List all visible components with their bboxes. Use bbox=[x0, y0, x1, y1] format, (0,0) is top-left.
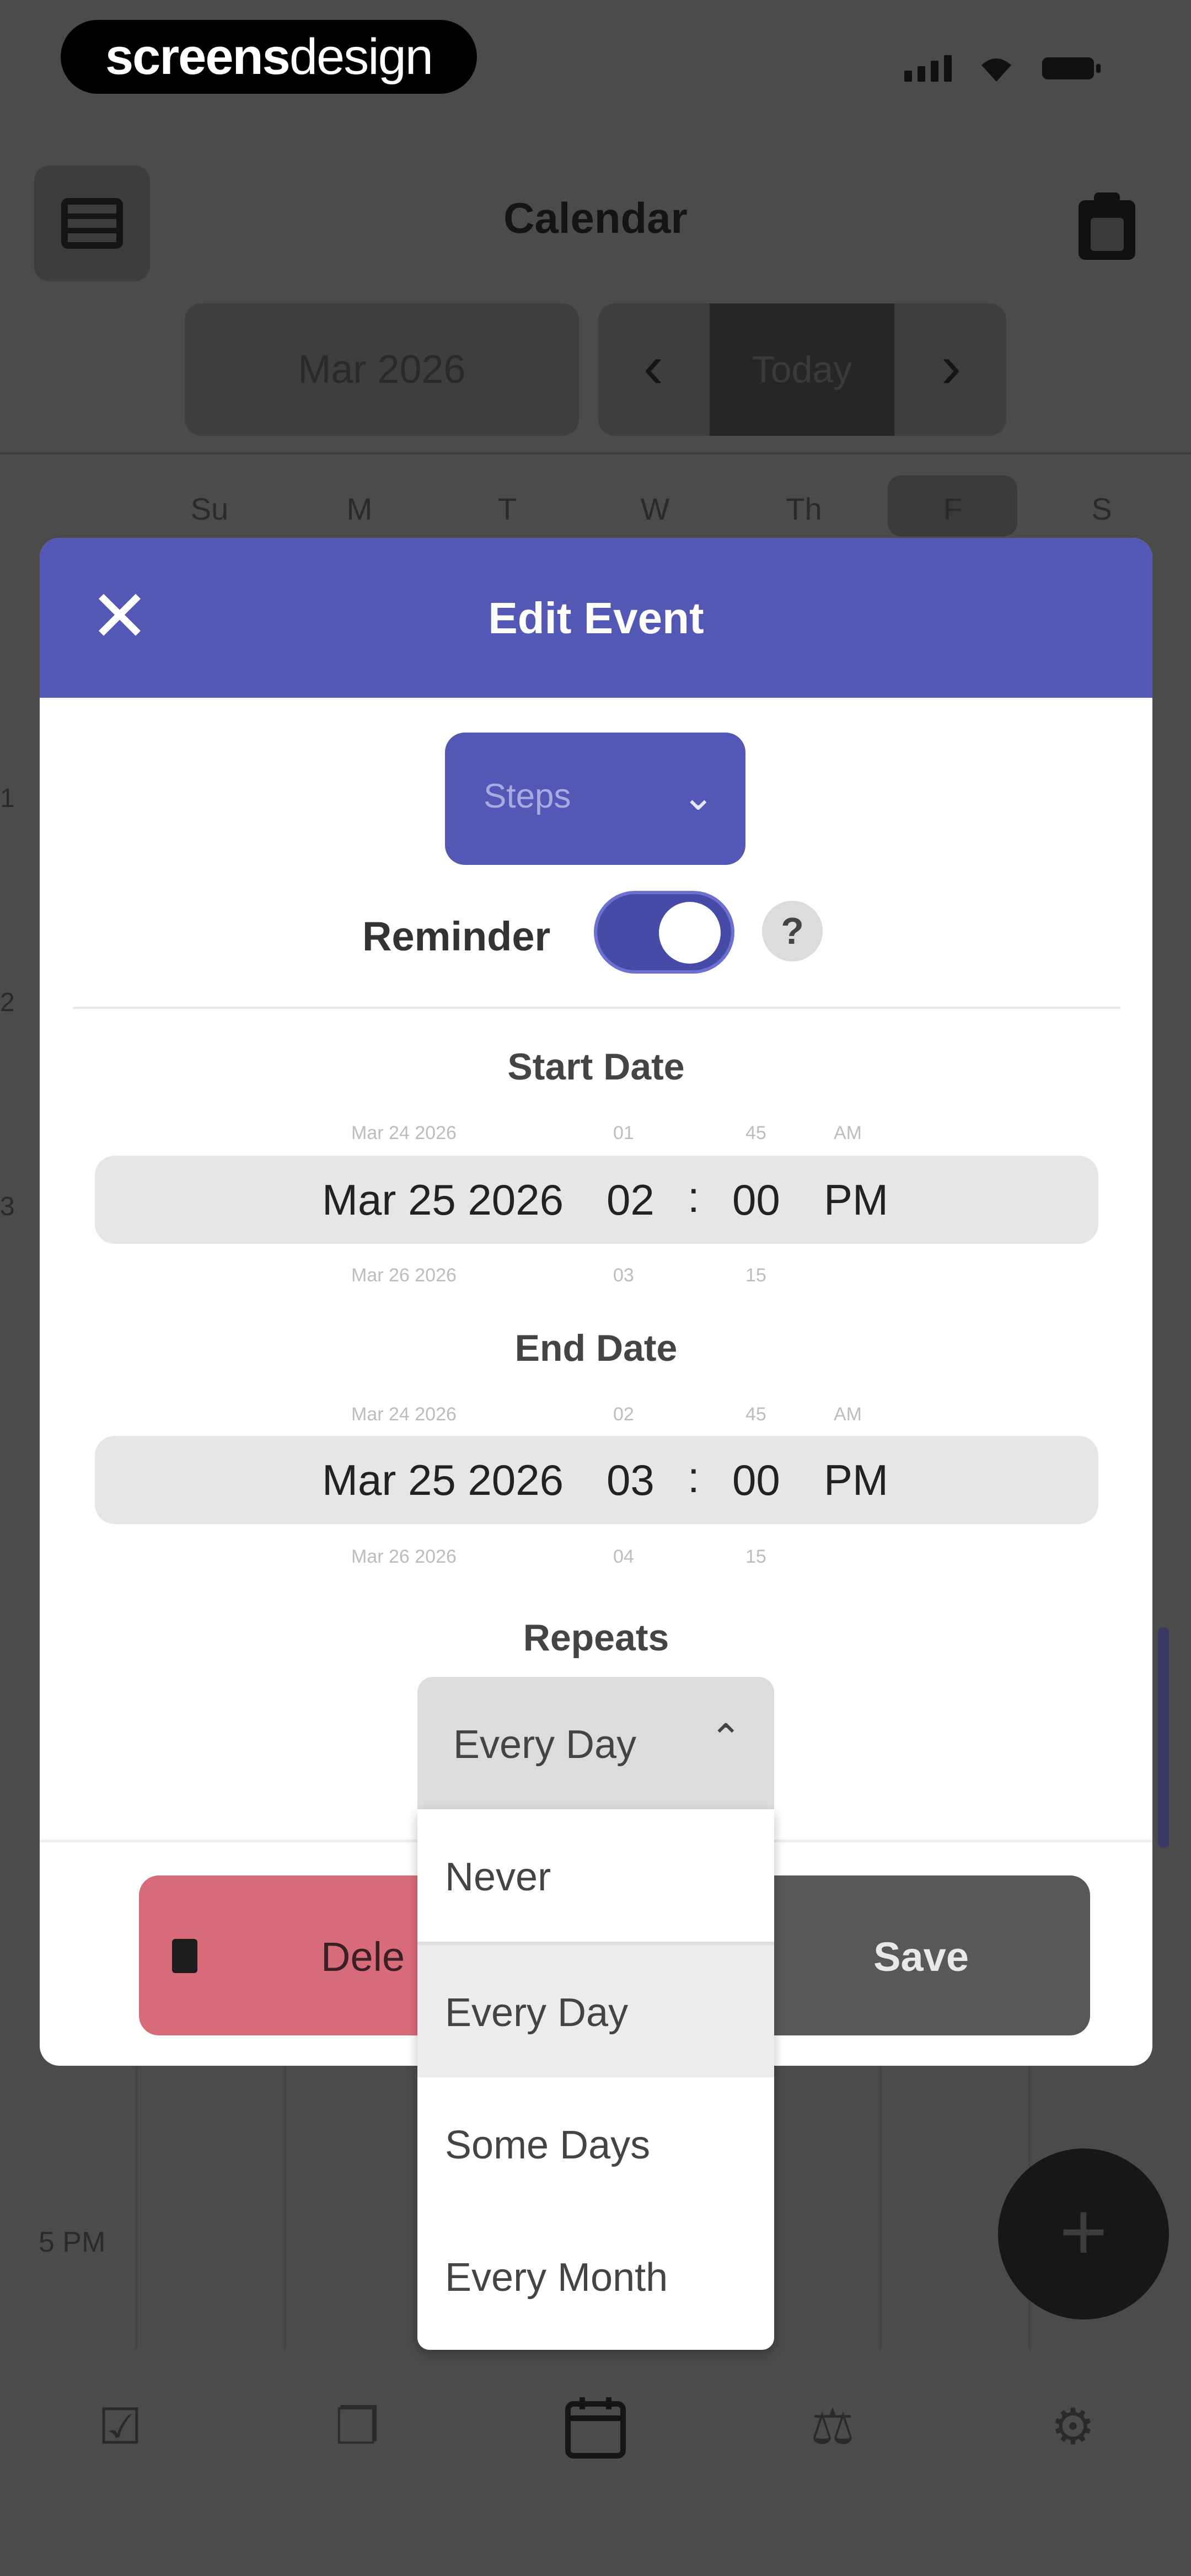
add-event-button[interactable]: + bbox=[998, 2149, 1169, 2320]
repeats-label: Repeats bbox=[523, 1617, 669, 1659]
hour-label: 3 bbox=[0, 1192, 15, 1221]
start-prev-ampm: AM bbox=[834, 1123, 862, 1143]
repeat-option-some-days[interactable]: Some Days bbox=[417, 2077, 774, 2210]
start-minute-value[interactable]: 00 bbox=[732, 1175, 780, 1225]
repeat-option-never[interactable]: Never bbox=[417, 1809, 774, 1945]
start-next-hour: 03 bbox=[613, 1265, 634, 1286]
start-ampm-value[interactable]: PM bbox=[824, 1175, 888, 1225]
help-button[interactable]: ? bbox=[762, 901, 823, 961]
event-block[interactable] bbox=[1158, 1627, 1169, 1848]
weekday-label: M bbox=[346, 491, 373, 526]
end-next-hour: 04 bbox=[613, 1546, 634, 1567]
grid-line bbox=[879, 2063, 882, 2350]
start-next-minute: 15 bbox=[745, 1265, 766, 1286]
wifi-icon bbox=[981, 58, 1011, 82]
start-prev-minute: 45 bbox=[745, 1123, 766, 1143]
chevron-right-icon: › bbox=[941, 333, 962, 400]
start-date-label: Start Date bbox=[507, 1046, 685, 1088]
tab-library-icon[interactable]: ❐ bbox=[319, 2388, 396, 2466]
end-prev-hour: 02 bbox=[613, 1404, 634, 1425]
trash-icon bbox=[172, 1939, 197, 1973]
time-label: 5 PM bbox=[39, 2226, 106, 2258]
weekday-label: F bbox=[943, 491, 963, 526]
chevron-down-icon: ⌄ bbox=[682, 775, 715, 818]
tab-stats-icon[interactable]: ⚖ bbox=[794, 2388, 871, 2466]
end-date-value[interactable]: Mar 25 2026 bbox=[322, 1455, 564, 1505]
modal-title: Edit Event bbox=[488, 594, 704, 643]
end-next-minute: 15 bbox=[745, 1546, 766, 1567]
time-separator: : bbox=[688, 1173, 700, 1221]
month-selector[interactable]: Mar 2026 bbox=[185, 303, 579, 436]
option-label: Every Month bbox=[445, 2256, 668, 2300]
tab-checklist-icon[interactable]: ☑ bbox=[82, 2388, 159, 2466]
reminder-label: Reminder bbox=[362, 913, 551, 959]
page-title: Calendar bbox=[503, 194, 688, 242]
chevron-left-icon: ‹ bbox=[643, 333, 664, 400]
next-month-button[interactable]: › bbox=[896, 303, 1006, 436]
end-minute-value[interactable]: 00 bbox=[732, 1455, 780, 1505]
start-prev-date: Mar 24 2026 bbox=[351, 1123, 457, 1143]
option-label: Every Day bbox=[445, 1991, 629, 2035]
repeat-option-every-month[interactable]: Every Month bbox=[417, 2210, 774, 2342]
end-prev-minute: 45 bbox=[745, 1404, 766, 1425]
grid-line bbox=[284, 2063, 286, 2350]
hour-label: 2 bbox=[0, 988, 15, 1017]
repeats-value: Every Day bbox=[453, 1723, 637, 1767]
divider bbox=[73, 1007, 1120, 1009]
time-separator: : bbox=[688, 1453, 700, 1501]
hour-label: 1 bbox=[0, 784, 15, 813]
tab-settings-icon[interactable]: ⚙ bbox=[1034, 2388, 1112, 2466]
option-label: Some Days bbox=[445, 2123, 651, 2167]
brand-logo: screensdesign bbox=[61, 20, 477, 94]
plus-icon: + bbox=[1059, 2185, 1108, 2278]
clipboard-icon[interactable] bbox=[1075, 190, 1139, 262]
end-date-picker[interactable] bbox=[95, 1436, 1098, 1524]
repeats-dropdown: Never Every Day Some Days Every Month bbox=[417, 1809, 774, 2350]
start-next-date: Mar 26 2026 bbox=[351, 1265, 457, 1286]
reminder-toggle[interactable] bbox=[594, 891, 734, 974]
grid-line bbox=[135, 2063, 137, 2350]
end-ampm-value[interactable]: PM bbox=[824, 1455, 888, 1505]
end-prev-date: Mar 24 2026 bbox=[351, 1404, 457, 1425]
tab-calendar-icon[interactable] bbox=[557, 2388, 634, 2466]
end-hour-value[interactable]: 03 bbox=[607, 1455, 654, 1505]
start-date-picker[interactable] bbox=[95, 1156, 1098, 1244]
battery-icon bbox=[1042, 57, 1101, 79]
option-label: Never bbox=[445, 1855, 551, 1899]
repeat-option-every-day[interactable]: Every Day bbox=[417, 1945, 774, 2077]
delete-label: Dele bbox=[321, 1934, 405, 1980]
end-next-date: Mar 26 2026 bbox=[351, 1546, 457, 1567]
weekday-label: Su bbox=[190, 491, 229, 526]
start-hour-value[interactable]: 02 bbox=[607, 1175, 654, 1225]
prev-month-button[interactable]: ‹ bbox=[598, 303, 709, 436]
weekday-label: S bbox=[1091, 491, 1112, 526]
weekday-label: Th bbox=[786, 491, 822, 526]
weekday-label: W bbox=[640, 491, 670, 526]
today-button[interactable]: Today bbox=[710, 303, 894, 436]
chevron-up-icon: ⌃ bbox=[710, 1717, 742, 1760]
start-date-value[interactable]: Mar 25 2026 bbox=[322, 1175, 564, 1225]
event-type-value: Steps bbox=[484, 777, 571, 815]
repeats-select[interactable]: Every Day ⌃ bbox=[417, 1677, 774, 1809]
toggle-knob bbox=[659, 902, 721, 964]
end-prev-ampm: AM bbox=[834, 1404, 862, 1425]
modal-header: ✕ Edit Event bbox=[40, 538, 1152, 698]
event-type-select[interactable]: Steps ⌄ bbox=[445, 733, 745, 865]
start-prev-hour: 01 bbox=[613, 1123, 634, 1143]
weekday-label: T bbox=[497, 491, 517, 526]
end-date-label: End Date bbox=[514, 1327, 678, 1369]
